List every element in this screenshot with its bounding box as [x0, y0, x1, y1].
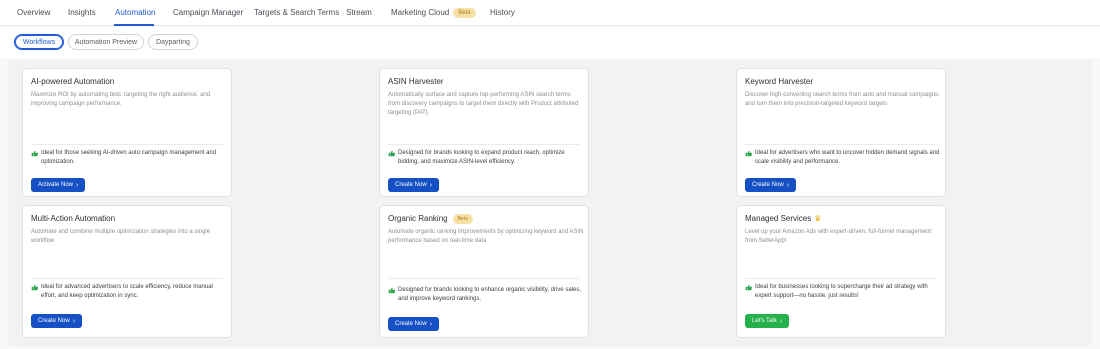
thumbs-up-icon — [745, 150, 752, 157]
tab-history[interactable]: History — [490, 8, 515, 17]
card-ideal-for: Ideal for those seeking AI-driven auto c… — [31, 149, 227, 167]
card-description: Level up your Amazon Ads with expert-dri… — [745, 229, 932, 244]
thumbs-up-icon — [388, 150, 395, 157]
card-ideal-text: Designed for brands looking to expand pr… — [398, 150, 565, 165]
create-now-button[interactable]: Create Now › — [745, 178, 797, 192]
card-divider — [31, 278, 223, 279]
card-description: Maximize ROI by automating bids, targeti… — [31, 92, 211, 107]
sub-navigation: Workflows Automation Preview Dayparting — [0, 27, 1100, 58]
chevron-right-icon: › — [72, 317, 76, 325]
chevron-right-icon: › — [76, 181, 79, 189]
tab-insights[interactable]: Insights — [68, 8, 96, 17]
tab-stream[interactable]: Stream — [346, 8, 372, 17]
card-title: AI-powered Automation — [31, 77, 115, 86]
card-description: Automatically surface and capture top-pe… — [388, 92, 579, 116]
card-title: Multi-Action Automation — [31, 214, 116, 223]
card-title: Managed Services ♛ — [745, 214, 821, 223]
top-navigation: Overview Insights Automation Campaign Ma… — [0, 0, 1100, 26]
button-label: Activate Now — [38, 182, 74, 188]
crown-icon: ♛ — [814, 214, 822, 223]
tab-campaign-manager[interactable]: Campaign Manager — [173, 8, 243, 17]
card-organic-ranking: Organic Ranking Beta Automate organic ran… — [379, 205, 589, 338]
card-ideal-text: Ideal for advertisers who want to uncove… — [755, 150, 940, 165]
card-divider — [745, 144, 937, 145]
card-divider — [745, 278, 937, 279]
pill-dayparting[interactable]: Dayparting — [148, 34, 198, 50]
activate-now-button[interactable]: Activate Now › — [31, 178, 86, 192]
card-ideal-for: Designed for brands looking to expand pr… — [388, 149, 584, 167]
card-managed-services: Managed Services ♛ Level up your Amazon A… — [736, 205, 946, 338]
card-keyword-harvester: Keyword Harvester Discover high-converti… — [736, 68, 946, 197]
card-description: Automate and combine multiple optimizati… — [31, 229, 211, 244]
card-ideal-text: Designed for brands looking to enhance o… — [398, 287, 581, 302]
button-label: Create Now — [395, 182, 427, 188]
card-asin-harvester: ASIN Harvester Automatically surface and… — [379, 68, 589, 197]
card-divider — [388, 144, 580, 145]
pill-workflows[interactable]: Workflows — [14, 34, 64, 50]
card-ideal-for: Ideal for advertisers who want to uncove… — [745, 149, 941, 167]
card-title: ASIN Harvester — [388, 77, 444, 86]
thumbs-up-icon — [31, 284, 38, 291]
button-label: Create Now — [752, 182, 784, 188]
create-now-button[interactable]: Create Now › — [388, 178, 440, 192]
tab-marketing-cloud[interactable]: Marketing Cloud Beta — [391, 8, 476, 18]
card-title: Keyword Harvester — [745, 77, 814, 86]
tab-automation[interactable]: Automation — [115, 8, 155, 17]
beta-badge: Beta — [452, 214, 473, 224]
button-label: Let's Talk — [752, 318, 777, 324]
thumbs-up-icon — [388, 287, 395, 294]
card-title-text: Managed Services — [745, 214, 812, 223]
create-now-button[interactable]: Create Now › — [31, 314, 83, 328]
card-title-text: Organic Ranking — [388, 214, 448, 223]
card-ideal-for: Designed for brands looking to enhance o… — [388, 286, 584, 304]
chevron-right-icon: › — [786, 181, 790, 189]
card-divider — [31, 144, 223, 145]
card-ideal-text: Ideal for advanced advertisers to scale … — [41, 284, 213, 299]
card-multi-action-automation: Multi-Action Automation Automate and com… — [22, 205, 232, 338]
create-now-button[interactable]: Create Now › — [388, 317, 440, 331]
lets-talk-button[interactable]: Let's Talk › — [745, 314, 790, 328]
chevron-right-icon: › — [429, 320, 433, 328]
beta-badge: Beta — [453, 8, 476, 18]
card-ai-powered-automation: AI-powered Automation Maximize ROI by au… — [22, 68, 232, 197]
chevron-right-icon: › — [779, 317, 783, 325]
card-divider — [388, 278, 580, 279]
workflow-cards-area: AI-powered Automation Maximize ROI by au… — [8, 60, 1092, 346]
card-ideal-text: Ideal for those seeking AI-driven auto c… — [41, 150, 217, 165]
thumbs-up-icon — [31, 150, 38, 157]
card-title: Organic Ranking Beta — [388, 214, 473, 224]
tab-targets-search-terms[interactable]: Targets & Search Terms — [254, 8, 339, 17]
button-label: Create Now — [395, 321, 427, 327]
card-ideal-text: Ideal for businesses looking to supercha… — [755, 284, 928, 299]
button-label: Create Now — [38, 318, 70, 324]
card-ideal-for: Ideal for businesses looking to supercha… — [745, 283, 941, 301]
card-description: Automate organic ranking improvements by… — [388, 229, 584, 244]
tab-marketing-cloud-label: Marketing Cloud — [391, 8, 450, 17]
chevron-right-icon: › — [429, 181, 433, 189]
active-tab-indicator — [114, 24, 154, 26]
pill-automation-preview[interactable]: Automation Preview — [68, 34, 144, 50]
thumbs-up-icon — [745, 284, 752, 291]
card-description: Discover high-converting search terms fr… — [745, 92, 940, 107]
card-ideal-for: Ideal for advanced advertisers to scale … — [31, 283, 227, 301]
tab-overview[interactable]: Overview — [17, 8, 50, 17]
